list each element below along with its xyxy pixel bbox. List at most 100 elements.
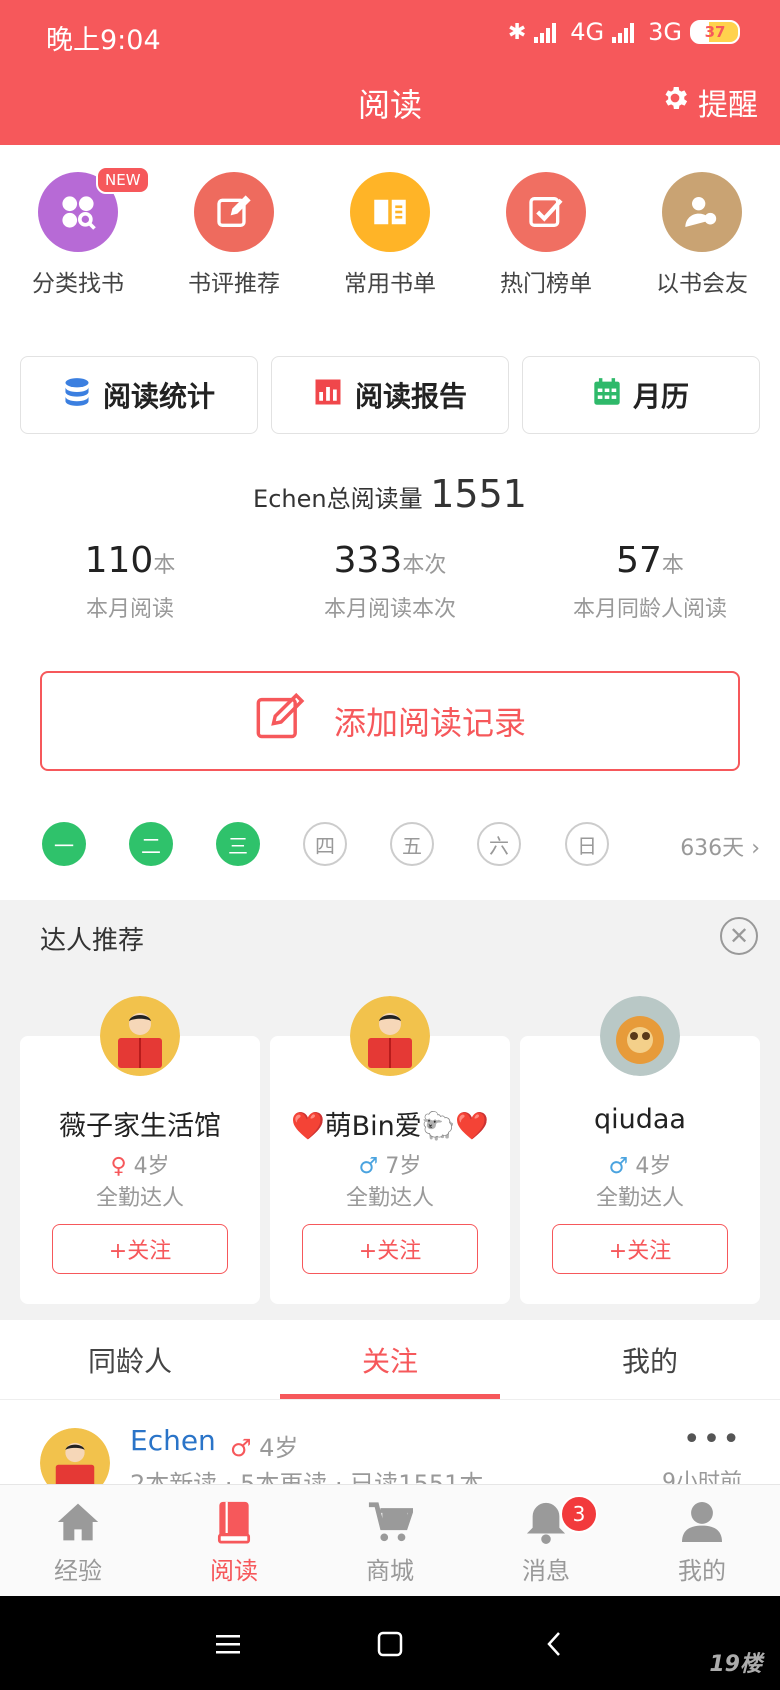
edit-icon (254, 691, 306, 751)
tab-following[interactable]: 关注 (260, 1320, 520, 1400)
total-reading: Echen总阅读量 1551 (0, 472, 780, 516)
expert-card[interactable]: ❤️萌Bin爱🐑❤️ ♂ 7岁 全勤达人 +关注 (270, 996, 510, 1304)
nav-item-messages[interactable]: 3 消息 (468, 1485, 624, 1597)
add-record-button[interactable]: 添加阅读记录 (40, 671, 740, 771)
streak-days: 636天 (680, 836, 745, 861)
stat-unit: 本次 (402, 553, 447, 578)
nav-label: 我的 (678, 1557, 726, 1585)
reading-stats-button[interactable]: 阅读统计 (20, 356, 258, 434)
calendar-button[interactable]: 月历 (522, 356, 760, 434)
nav-label: 经验 (54, 1557, 102, 1585)
nav-item-mall[interactable]: 商城 (312, 1485, 468, 1597)
tab-mine[interactable]: 我的 (520, 1320, 780, 1400)
follow-button[interactable]: +关注 (52, 1224, 228, 1274)
bluetooth-icon: ✱ (507, 19, 527, 45)
chevron-right-icon: › (751, 836, 760, 861)
streak-link[interactable]: 636天 › (680, 830, 760, 862)
quick-item-friend[interactable]: 以书会友 (624, 172, 780, 298)
nav-item-reading[interactable]: 阅读 (156, 1485, 312, 1597)
friend-icon (662, 172, 742, 252)
nav-label: 消息 (522, 1557, 570, 1585)
header-bar: 晚上9:04 ✱ 4G 3G 37 阅读 提醒 (0, 0, 780, 145)
avatar (600, 996, 680, 1076)
expert-tag: 全勤达人 (595, 1186, 684, 1211)
user-icon (678, 1499, 726, 1545)
male-icon: ♂ (608, 1154, 629, 1179)
network-label-4g: 4G (570, 18, 605, 46)
quick-item-booklist[interactable]: 常用书单 (312, 172, 468, 298)
more-icon[interactable]: ••• (683, 1422, 742, 1457)
female-icon: ♀ (110, 1154, 127, 1179)
feed-time: 9小时前 (662, 1470, 742, 1484)
stat-monthly-reads: 110本 本月阅读 (0, 540, 260, 623)
male-icon: ♂ (358, 1154, 379, 1179)
expert-card[interactable]: qiudaa ♂ 4岁 全勤达人 +关注 (520, 996, 760, 1304)
stat-caption: 本月阅读 (85, 597, 174, 622)
gear-icon (660, 83, 690, 121)
stat-unit: 本 (153, 553, 176, 578)
new-badge: NEW (96, 166, 150, 194)
calendar-icon (593, 377, 621, 414)
cart-icon (366, 1499, 414, 1545)
database-icon (63, 377, 91, 414)
age-value: 7岁 (385, 1154, 422, 1179)
back-icon[interactable] (532, 1622, 576, 1666)
day-thu[interactable]: 四 (303, 822, 347, 866)
app-screen: 晚上9:04 ✱ 4G 3G 37 阅读 提醒 NEW 分类找书 书评推荐 常用… (0, 0, 780, 1690)
close-icon[interactable]: ✕ (720, 917, 758, 955)
avatar (100, 996, 180, 1076)
day-tue[interactable]: 二 (129, 822, 173, 866)
feed-tabs: 同龄人 关注 我的 (0, 1320, 780, 1400)
age-value: 4岁 (635, 1154, 672, 1179)
day-wed[interactable]: 三 (216, 822, 260, 866)
quick-menu: NEW 分类找书 书评推荐 常用书单 热门榜单 以书会友 (0, 166, 780, 302)
expert-name: ❤️萌Bin爱🐑❤️ (291, 1111, 489, 1142)
feed-user-age: ♂ 4岁 (230, 1428, 298, 1463)
stat-caption: 本月同龄人阅读 (572, 597, 727, 622)
nav-label: 商城 (366, 1557, 414, 1585)
expert-age: ♀ 4岁 (20, 1148, 260, 1180)
quick-item-rank[interactable]: 热门榜单 (468, 172, 624, 298)
remind-label: 提醒 (698, 88, 758, 123)
nav-item-experience[interactable]: 经验 (0, 1485, 156, 1597)
stat-peer-reads: 57本 本月同龄人阅读 (520, 540, 780, 623)
checkbox-rank-icon (506, 172, 586, 252)
reading-stats-label: 阅读统计 (102, 380, 215, 413)
quick-item-category[interactable]: NEW 分类找书 (0, 166, 156, 298)
reading-report-label: 阅读报告 (354, 380, 467, 413)
signal-icon-2 (612, 21, 640, 43)
feed-item[interactable]: Echen ♂ 4岁 2本新读 · 5本再读 · 已读1551本 ••• 9小时… (0, 1400, 780, 1484)
total-value: 1551 (430, 472, 527, 516)
age-value: 4岁 (133, 1154, 170, 1179)
expert-tag: 全勤达人 (345, 1186, 434, 1211)
stat-number: 57 (616, 540, 662, 581)
follow-button[interactable]: +关注 (552, 1224, 728, 1274)
day-fri[interactable]: 五 (390, 822, 434, 866)
follow-button[interactable]: +关注 (302, 1224, 478, 1274)
expert-age: ♂ 4岁 (520, 1148, 760, 1180)
reading-report-button[interactable]: 阅读报告 (271, 356, 509, 434)
tab-peers[interactable]: 同龄人 (0, 1320, 260, 1400)
avatar[interactable] (40, 1428, 110, 1484)
quick-item-label: 热门榜单 (500, 271, 592, 297)
feed-user-name[interactable]: Echen (130, 1424, 216, 1457)
expert-card[interactable]: 薇子家生活馆 ♀ 4岁 全勤达人 +关注 (20, 996, 260, 1304)
signal-icon (534, 21, 562, 43)
day-sun[interactable]: 日 (565, 822, 609, 866)
day-sat[interactable]: 六 (477, 822, 521, 866)
menu-icon[interactable] (206, 1622, 250, 1666)
expert-name: qiudaa (594, 1104, 686, 1135)
nav-label: 阅读 (210, 1557, 258, 1585)
nav-item-me[interactable]: 我的 (624, 1485, 780, 1597)
tool-buttons: 阅读统计 阅读报告 月历 (20, 356, 760, 434)
booklist-icon (350, 172, 430, 252)
active-tab-indicator (280, 1394, 500, 1399)
feed-description: 2本新读 · 5本再读 · 已读1551本 (130, 1470, 484, 1484)
quick-item-review[interactable]: 书评推荐 (156, 172, 312, 298)
section-title: 达人推荐 (40, 926, 145, 956)
day-mon[interactable]: 一 (42, 822, 86, 866)
remind-button[interactable]: 提醒 (660, 80, 758, 124)
avatar (350, 996, 430, 1076)
expert-tag: 全勤达人 (95, 1186, 184, 1211)
home-square-icon[interactable] (368, 1622, 412, 1666)
